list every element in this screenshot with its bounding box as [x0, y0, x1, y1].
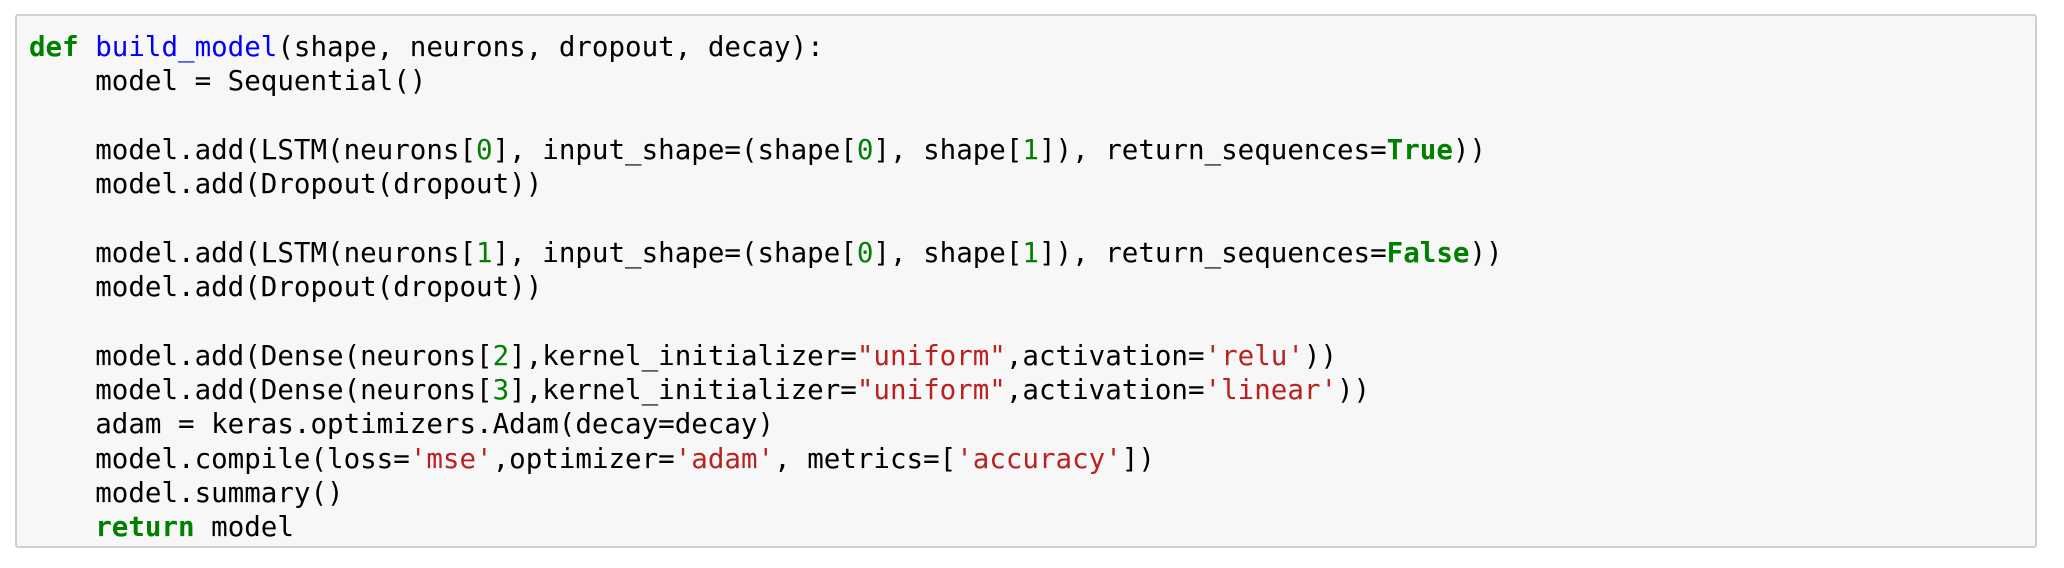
code-line: model.add(LSTM(neurons[0], input_shape=(…	[29, 133, 1503, 167]
string-token: "uniform"	[856, 339, 1006, 372]
code-cell[interactable]: def build_model(shape, neurons, dropout,…	[15, 14, 2037, 548]
code-text: ],kernel_initializer=	[509, 373, 857, 406]
code-text: ,optimizer=	[492, 442, 675, 475]
code-line: model.compile(loss='mse',optimizer='adam…	[29, 442, 1503, 476]
code-text: ], input_shape=(shape[	[492, 133, 857, 166]
code-text: ], input_shape=(shape[	[492, 236, 857, 269]
code-line: ​	[29, 201, 1503, 235]
code-text: ]), return_sequences=	[1038, 133, 1387, 166]
keyword-token: False	[1386, 236, 1470, 269]
code-line: model = Sequential()	[29, 64, 1503, 98]
code-text: model.add(LSTM(neurons[	[29, 133, 477, 166]
function-name-token: build_model	[95, 31, 278, 63]
string-token: "uniform"	[856, 373, 1006, 406]
number-token: 3	[492, 373, 510, 406]
keyword-token: def	[29, 31, 79, 63]
code-text: ])	[1121, 442, 1155, 475]
code-line: ​	[29, 304, 1503, 338]
string-token: 'relu'	[1204, 339, 1304, 372]
code-text: model.compile(loss=	[29, 442, 410, 475]
code-text: ], shape[	[873, 236, 1023, 269]
code-text: ],kernel_initializer=	[509, 339, 857, 372]
code-line: model.add(Dropout(dropout))	[29, 167, 1503, 201]
code-line: ​	[29, 99, 1503, 133]
code-text: (shape, neurons, dropout, decay):	[277, 31, 824, 63]
code-text: model = Sequential()	[29, 65, 427, 98]
code-line: return model	[29, 510, 1503, 544]
code-text: ]), return_sequences=	[1038, 236, 1387, 269]
code-editor[interactable]: def build_model(shape, neurons, dropout,…	[29, 30, 1503, 544]
number-token: 0	[856, 133, 874, 166]
keyword-token: True	[1386, 133, 1453, 166]
code-line: adam = keras.optimizers.Adam(decay=decay…	[29, 407, 1503, 441]
string-token: 'accuracy'	[956, 442, 1122, 475]
number-token: 1	[1022, 236, 1039, 269]
code-text: model.add(Dense(neurons[	[29, 339, 493, 372]
code-text: , metrics=[	[774, 442, 957, 475]
code-text: model.add(Dropout(dropout))	[29, 168, 543, 201]
code-text: ))	[1469, 236, 1503, 269]
code-text: ], shape[	[873, 133, 1023, 166]
code-text: model.add(Dropout(dropout))	[29, 271, 543, 304]
code-line: model.add(Dense(neurons[2],kernel_initia…	[29, 339, 1503, 373]
string-token: 'mse'	[409, 442, 493, 475]
code-text: model.add(LSTM(neurons[	[29, 236, 477, 269]
code-line: model.add(Dropout(dropout))	[29, 270, 1503, 304]
code-line: model.add(LSTM(neurons[1], input_shape=(…	[29, 236, 1503, 270]
code-line: def build_model(shape, neurons, dropout,…	[29, 30, 1503, 64]
string-token: 'linear'	[1204, 373, 1337, 406]
code-text: ,activation=	[1005, 373, 1205, 406]
keyword-token: return	[95, 511, 195, 544]
code-line: model.add(Dense(neurons[3],kernel_initia…	[29, 373, 1503, 407]
code-text: model	[194, 511, 294, 544]
code-text: ))	[1303, 339, 1338, 372]
number-token: 0	[476, 133, 493, 166]
number-token: 0	[856, 236, 874, 269]
code-text: ))	[1452, 133, 1487, 166]
code-line: model.summary()	[29, 476, 1503, 510]
code-text: model.summary()	[29, 476, 344, 509]
code-text: ,activation=	[1005, 339, 1205, 372]
code-text: model.add(Dense(neurons[	[29, 373, 493, 406]
number-token: 1	[476, 236, 493, 269]
string-token: 'adam'	[674, 442, 775, 475]
number-token: 2	[492, 339, 510, 372]
code-text: adam = keras.optimizers.Adam(decay=decay…	[29, 408, 775, 441]
code-text: ))	[1337, 373, 1371, 406]
number-token: 1	[1022, 133, 1039, 166]
